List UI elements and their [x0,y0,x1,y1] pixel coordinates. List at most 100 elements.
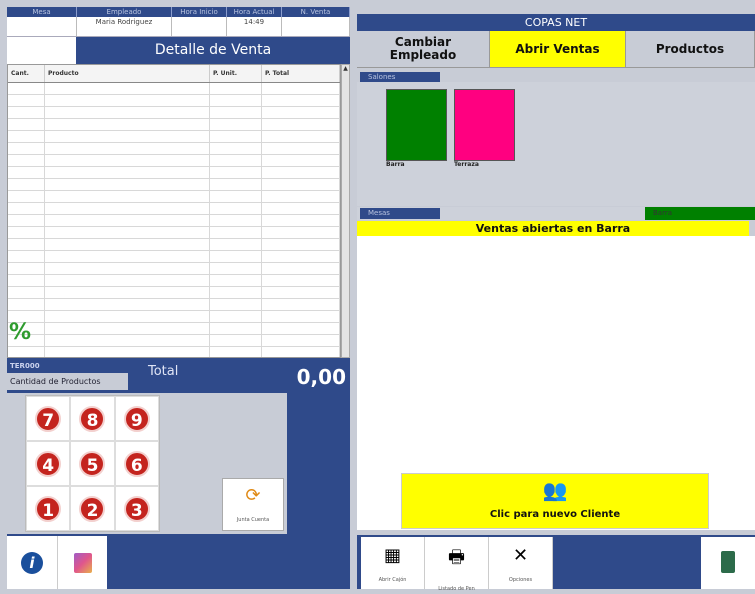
info-icon: i [21,551,43,574]
header-labels: Mesa Empleado Hora Inicio Hora Actual N.… [7,7,350,17]
table-row[interactable] [8,83,340,95]
grid-rows [8,83,340,357]
key-1-label: 1 [35,495,62,522]
junta-cuenta-button[interactable]: ⟳ Junta Cuenta [222,478,284,531]
table-row[interactable] [8,251,340,263]
table-cell [210,299,262,310]
table-cell [45,227,210,238]
table-cell [45,191,210,202]
salon-terraza[interactable]: Terraza [454,89,515,168]
salon-terraza-tile[interactable] [454,89,515,161]
table-row[interactable] [8,131,340,143]
header-mesa-label: Mesa [7,7,77,17]
key-9[interactable]: 9 [114,396,159,441]
table-cell [210,287,262,298]
key-5-label: 5 [79,450,106,477]
table-row[interactable] [8,311,340,323]
table-cell [210,155,262,166]
table-cell [8,239,45,250]
table-cell [262,179,340,190]
table-cell [262,311,340,322]
table-row[interactable] [8,167,340,179]
table-cell [45,323,210,334]
table-row[interactable] [8,155,340,167]
table-row[interactable] [8,203,340,215]
table-cell [8,131,45,142]
key-5[interactable]: 5 [70,441,115,486]
key-3[interactable]: 3 [114,486,159,531]
table-cell [45,299,210,310]
salon-barra[interactable]: Barra [386,89,447,168]
listado-button[interactable]: 🖶 Listado de Pen [425,537,489,592]
table-cell [45,251,210,262]
table-cell [262,107,340,118]
table-cell [45,155,210,166]
table-row[interactable] [8,275,340,287]
opciones-button[interactable]: ✕ Opciones [489,537,553,589]
discount-percent-icon[interactable]: % [9,320,31,345]
key-6[interactable]: 6 [114,441,159,486]
salones-label: Salones [360,72,440,82]
info-button[interactable]: i [7,536,57,589]
key-7[interactable]: 7 [26,396,71,441]
key-9-label: 9 [123,405,150,432]
table-cell [8,299,45,310]
scroll-up-icon[interactable]: ▲ [342,65,349,72]
table-row[interactable] [8,263,340,275]
table-cell [262,275,340,286]
table-row[interactable] [8,239,340,251]
table-row[interactable] [8,119,340,131]
barra-tag: Barra [645,207,755,220]
abrir-cajon-button[interactable]: ▦ Abrir Cajón [361,537,425,589]
sale-detail-grid[interactable]: Cant. Producto P. Unit. P. Total [7,64,341,358]
table-row[interactable] [8,179,340,191]
new-client-button[interactable]: 👥 Clic para nuevo Cliente [401,473,709,529]
table-row[interactable] [8,323,340,335]
main-tabs: Cambiar Empleado Abrir Ventas Productos [357,31,755,68]
table-cell [262,131,340,142]
table-row[interactable] [8,299,340,311]
key-1[interactable]: 1 [26,486,71,531]
grid-scrollbar[interactable]: ▲ [341,64,350,358]
tab-cambiar-empleado[interactable]: Cambiar Empleado [357,31,490,67]
table-cell [8,251,45,262]
table-row[interactable] [8,347,340,357]
table-cell [45,347,210,357]
table-row[interactable] [8,215,340,227]
app-title: COPAS NET [357,14,755,31]
table-row[interactable] [8,227,340,239]
table-row[interactable] [8,287,340,299]
exit-button[interactable] [701,537,755,589]
key-2[interactable]: 2 [70,486,115,531]
tab-abrir-ventas[interactable]: Abrir Ventas [490,31,626,67]
cantidad-productos-label: Cantidad de Productos [7,373,128,390]
table-cell [262,203,340,214]
tab-productos[interactable]: Productos [626,31,755,67]
table-cell [210,167,262,178]
table-cell [45,83,210,94]
left-side-panel [287,393,350,589]
exit-door-icon [721,551,735,573]
table-row[interactable] [8,191,340,203]
table-cell [8,107,45,118]
table-cell [210,275,262,286]
ventas-abiertas-header: Ventas abiertas en Barra [357,221,749,236]
printer-icon: 🖶 [448,547,465,568]
key-4[interactable]: 4 [26,441,71,486]
table-cell [210,227,262,238]
key-8[interactable]: 8 [70,396,115,441]
table-row[interactable] [8,95,340,107]
calculator-button[interactable] [57,536,107,589]
abrir-cajon-label: Abrir Cajón [378,577,407,583]
key-3-label: 3 [123,495,150,522]
table-row[interactable] [8,335,340,347]
hora-actual-value: 14:49 [227,17,282,36]
key-4-label: 4 [35,450,62,477]
table-cell [262,167,340,178]
table-row[interactable] [8,143,340,155]
table-cell [45,215,210,226]
table-cell [8,167,45,178]
salon-barra-tile[interactable] [386,89,447,161]
table-row[interactable] [8,107,340,119]
mesas-label: Mesas [360,208,440,219]
